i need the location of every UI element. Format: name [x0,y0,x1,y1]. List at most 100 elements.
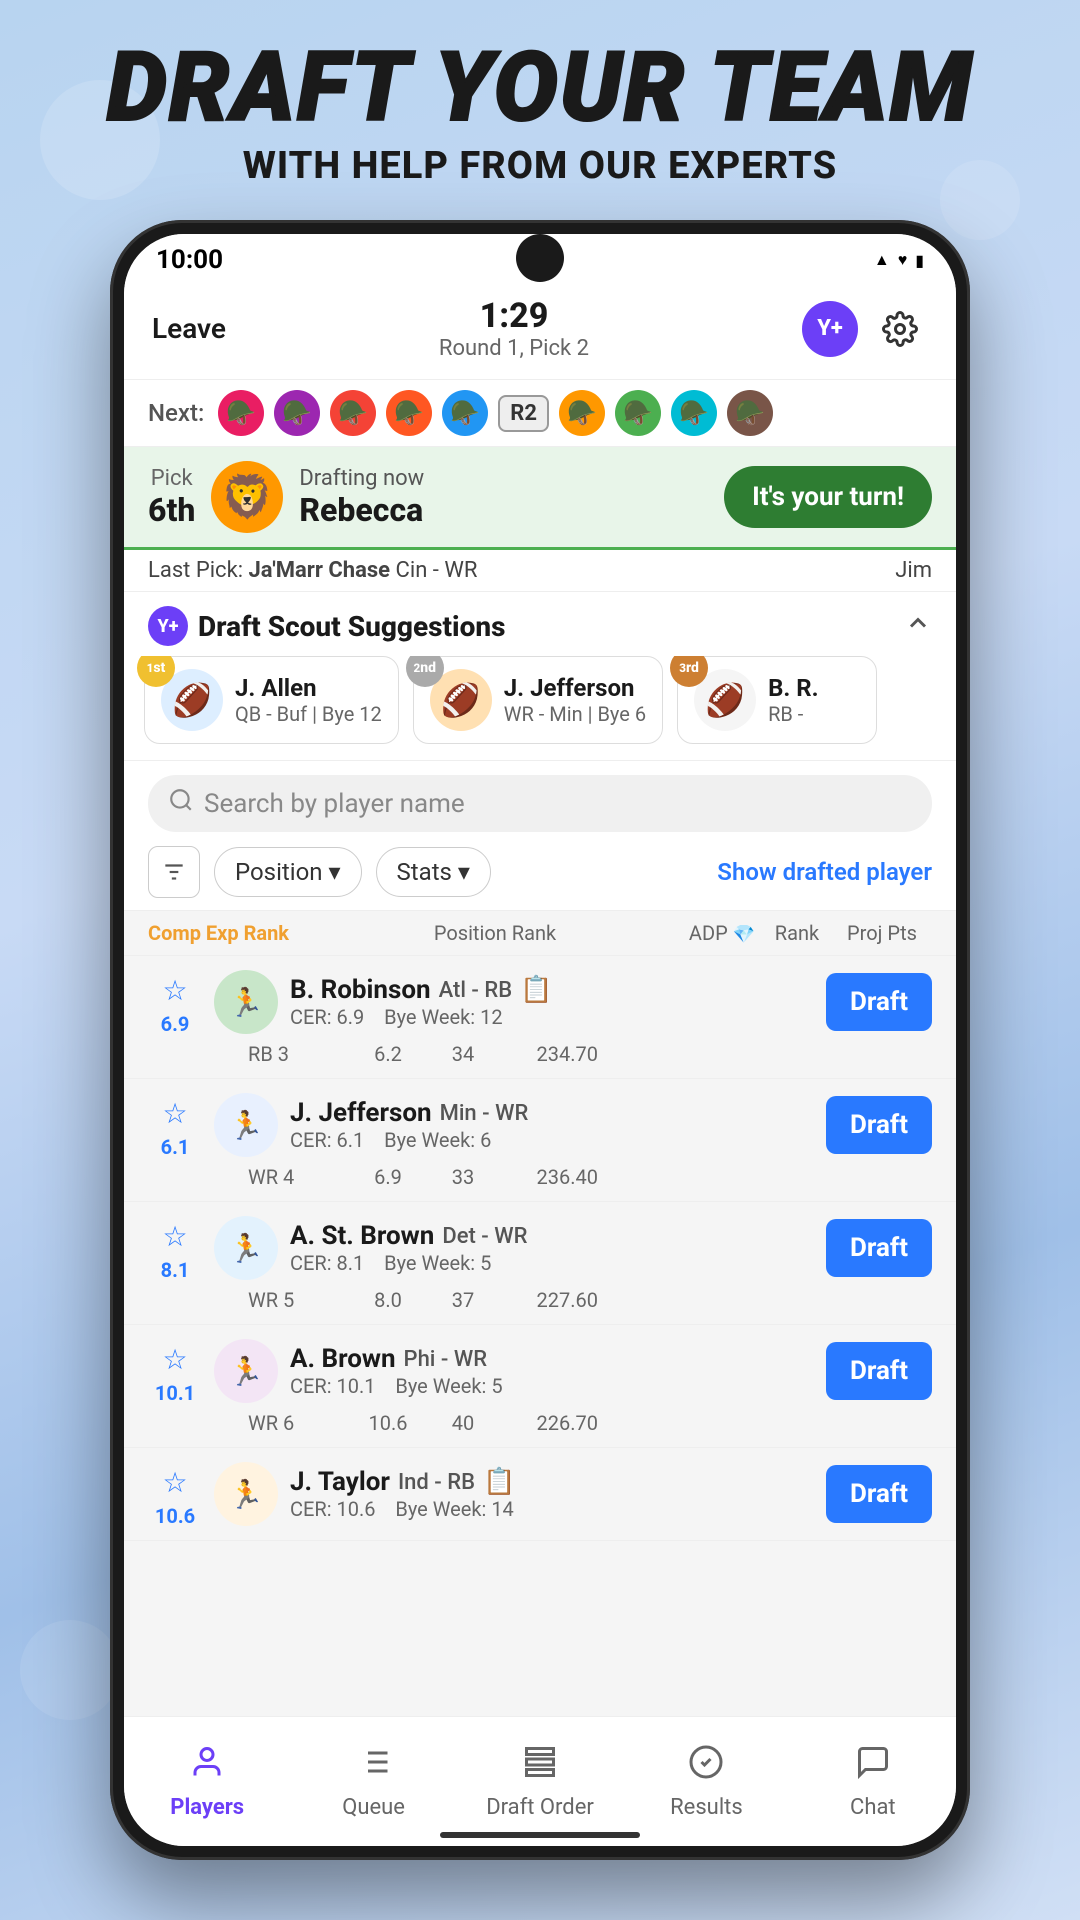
col-adp-header: ADP 💎 [682,921,762,945]
star-button-1[interactable]: ☆ [153,968,197,1012]
draft-queue: Next: 🪖 🪖 🪖 🪖 🪖 R2 🪖 🪖 🪖 🪖 [124,380,956,447]
pick-label: Pick [148,466,195,491]
rank-val-1: 34 [428,1042,498,1066]
draft-order-icon [522,1744,558,1789]
status-time: 10:00 [156,245,223,275]
draft-button-1[interactable]: Draft [826,973,932,1031]
star-button-3[interactable]: ☆ [153,1214,197,1258]
scout-suggestions: 1st 🏈 J. Allen QB - Buf | Bye 12 2nd 🏈 J… [124,656,956,760]
draft-button-4[interactable]: Draft [826,1342,932,1400]
settings-button[interactable] [872,301,928,357]
nav-item-draft-order[interactable]: Draft Order [457,1730,623,1820]
adp-val-1: 6.2 [348,1042,428,1066]
cer-score-3: 8.1 [153,1258,197,1282]
suggestion-detail-2: WR - Min | Bye 6 [504,702,646,726]
draft-button-2[interactable]: Draft [826,1096,932,1154]
helmet-3: 🪖 [330,390,376,436]
players-icon [189,1744,225,1789]
adp-val-4: 10.6 [348,1411,428,1435]
player-main-info-5: J. Taylor Ind - RB 📋 CER: 10.6 Bye Week:… [290,1467,814,1521]
suggestion-info-2: J. Jefferson WR - Min | Bye 6 [504,674,646,726]
player-main-info-2: J. Jefferson Min - WR CER: 6.1 Bye Week:… [290,1098,814,1152]
player-icon-1: 📋 [520,975,552,1005]
player-name-1: B. Robinson [290,975,431,1005]
nav-item-chat[interactable]: Chat [790,1730,956,1820]
proj-val-1: 234.70 [498,1042,598,1066]
your-turn-button[interactable]: It's your turn! [724,466,932,528]
scout-section: Y+ Draft Scout Suggestions 1st 🏈 [124,592,956,761]
chat-icon [855,1744,891,1789]
nav-item-queue[interactable]: Queue [290,1730,456,1820]
helmet-8: 🪖 [671,390,717,436]
table-row: ☆ 10.6 🏃 J. Taylor Ind - RB 📋 CER: 10.6 [124,1448,956,1541]
chevron-up-icon[interactable] [904,609,932,644]
star-button-2[interactable]: ☆ [153,1091,197,1135]
rank-val-3: 37 [428,1288,498,1312]
round-info: Round 1, Pick 2 [439,336,589,361]
proj-val-3: 227.60 [498,1288,598,1312]
yplus-button[interactable]: Y+ [802,301,858,357]
proj-val-4: 226.70 [498,1411,598,1435]
player-name-4: A. Brown [290,1344,396,1374]
player-photo-1: 🏃 [214,970,278,1034]
col-rank-header: Rank [762,921,832,945]
col-pos-header: Position Rank [308,921,682,945]
suggestion-name-3: B. R. [768,674,819,702]
suggestion-card-3[interactable]: 3rd 🏈 B. R. RB - [677,656,877,744]
nav-label-chat: Chat [850,1795,896,1820]
star-button-4[interactable]: ☆ [153,1337,197,1381]
suggestion-card-2[interactable]: 2nd 🏈 J. Jefferson WR - Min | Bye 6 [413,656,663,744]
drafting-info: Drafting now Rebecca [299,466,708,529]
suggestion-info-1: J. Allen QB - Buf | Bye 12 [235,674,382,726]
player-icon-5: 📋 [483,1467,515,1497]
pos-rank-4: WR 6 [248,1411,348,1435]
draft-button-3[interactable]: Draft [826,1219,932,1277]
nav-item-results[interactable]: Results [623,1730,789,1820]
nav-label-queue: Queue [342,1795,405,1820]
results-icon [688,1744,724,1789]
pick-number: Pick 6th [148,466,195,529]
suggestion-detail-1: QB - Buf | Bye 12 [235,702,382,726]
pos-rank-3: WR 5 [248,1288,348,1312]
suggestion-info-3: B. R. RB - [768,674,819,726]
nav-label-draft-order: Draft Order [486,1795,594,1820]
table-row: ☆ 6.1 🏃 J. Jefferson Min - WR CER: 6.1 B… [124,1079,956,1202]
content-scroll: Leave 1:29 Round 1, Pick 2 Y+ [124,286,956,1716]
show-drafted-button[interactable]: Show drafted player [717,858,932,886]
pos-rank-2: WR 4 [248,1165,348,1189]
last-pick-bar: Last Pick: Ja'Marr Chase Cin - WR Jim [124,550,956,592]
page-hero: DRAFT YOUR TEAM WITH HELP FROM OUR EXPER… [0,40,1080,188]
suggestion-name-2: J. Jefferson [504,674,646,702]
suggestion-detail-3: RB - [768,702,819,726]
table-row: ☆ 8.1 🏃 A. St. Brown Det - WR CER: 8.1 B… [124,1202,956,1325]
search-bar[interactable]: Search by player name [148,775,932,832]
player-main-info-3: A. St. Brown Det - WR CER: 8.1 Bye Week:… [290,1221,814,1275]
nav-item-players[interactable]: Players [124,1730,290,1820]
bottom-nav: Players Queue Draft Order [124,1716,956,1846]
player-team-5: Ind - RB [398,1470,475,1495]
status-icons: ▲ ♥ ▮ [874,250,924,270]
stats-filter-button[interactable]: Stats ▾ [376,847,491,897]
nav-label-results: Results [670,1795,743,1820]
battery-icon: ▮ [915,251,924,270]
leave-button[interactable]: Leave [152,312,226,345]
adp-val-3: 8.0 [348,1288,428,1312]
diamond-icon: 💎 [733,924,755,945]
helmet-5: 🪖 [442,390,488,436]
filter-icon-button[interactable] [148,846,200,898]
suggestion-card-1[interactable]: 1st 🏈 J. Allen QB - Buf | Bye 12 [144,656,399,744]
player-team-2: Min - WR [440,1101,529,1126]
position-filter-button[interactable]: Position ▾ [214,847,362,897]
next-label: Next: [148,399,204,427]
draft-button-5[interactable]: Draft [826,1465,932,1523]
player-main-info-1: B. Robinson Atl - RB 📋 CER: 6.9 Bye Week… [290,975,814,1029]
player-team-3: Det - WR [442,1224,527,1249]
search-icon [168,787,194,820]
drafter-name: Rebecca [299,491,708,529]
col-comp-header[interactable]: Comp Exp Rank [148,921,308,945]
helmet-2: 🪖 [274,390,320,436]
rank-val-2: 33 [428,1165,498,1189]
search-filter-section: Search by player name Position ▾ Stats ▾… [124,761,956,911]
star-button-5[interactable]: ☆ [153,1460,197,1504]
filter-row: Position ▾ Stats ▾ Show drafted player [148,846,932,898]
